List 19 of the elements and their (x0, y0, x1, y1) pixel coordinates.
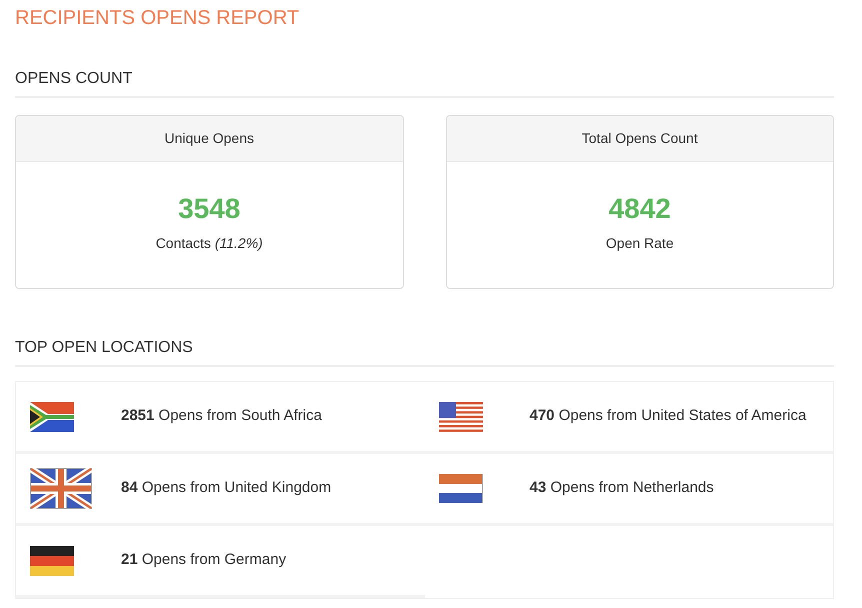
flag-icon (438, 474, 482, 503)
flag-icon (30, 546, 74, 576)
stat-caption: Open Rate (606, 234, 674, 252)
section-heading: TOP OPEN LOCATIONS (15, 339, 193, 357)
location-text: 21 Opens from Germany (121, 550, 286, 570)
flag-icon (30, 402, 74, 432)
stat-value: 4842 (608, 193, 671, 225)
location-text: 2851 Opens from South Africa (121, 406, 322, 426)
location-text: 43 Opens from Netherlands (530, 478, 714, 498)
section-heading: OPENS COUNT (15, 70, 132, 88)
location-text: 470 Opens from United States of America (530, 406, 806, 426)
stat-value: 3548 (178, 193, 240, 225)
location-text: 84 Opens from United Kingdom (121, 478, 332, 498)
flag-icon (438, 402, 482, 432)
stat-caption: Contacts (11.2%) (156, 234, 263, 252)
card-title: Unique Opens (164, 129, 254, 148)
flag-icon (30, 468, 92, 509)
page-title: RECIPIENTS OPENS REPORT (15, 6, 300, 30)
card-title: Total Opens Count (582, 129, 698, 148)
